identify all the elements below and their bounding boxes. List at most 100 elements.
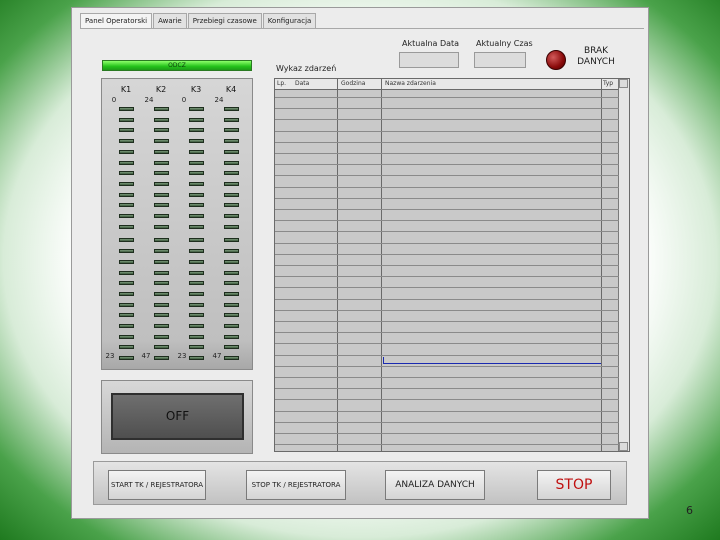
table-row xyxy=(275,197,619,199)
tab-time-plots[interactable]: Przebiegi czasowe xyxy=(187,13,262,28)
table-row xyxy=(275,231,619,233)
table-row xyxy=(275,265,619,266)
off-button[interactable]: OFF xyxy=(111,393,244,440)
led-indicator xyxy=(189,214,204,218)
column-header-event-name: Nazwa zdarzenia xyxy=(385,80,436,87)
event-list-label: Wykaz zdarzeń xyxy=(276,64,337,73)
table-row xyxy=(275,153,619,154)
led-indicator xyxy=(224,128,239,133)
tab-alarms[interactable]: Awarie xyxy=(153,13,187,28)
led-indicator xyxy=(189,313,204,318)
table-scrollbar[interactable] xyxy=(618,79,629,451)
current-date-label: Aktualna Data xyxy=(402,39,460,48)
data-analysis-button[interactable]: ANALIZA DANYCH xyxy=(385,470,485,500)
channel-header-k2: K2 xyxy=(155,85,167,94)
led-indicator xyxy=(154,149,169,154)
led-indicator xyxy=(119,171,134,176)
table-row xyxy=(275,164,619,166)
table-row xyxy=(275,175,619,177)
table-row xyxy=(275,130,619,132)
led-indicator xyxy=(189,149,204,154)
led-indicator xyxy=(189,249,204,254)
led-indicator xyxy=(154,203,169,208)
table-row xyxy=(275,399,619,401)
led-indicator xyxy=(154,270,169,275)
current-time-readout xyxy=(474,52,526,68)
start-recorder-button[interactable]: START TK / REJESTRATORA xyxy=(108,470,206,500)
led-indicator xyxy=(224,281,239,286)
led-indicator xyxy=(119,302,134,307)
led-indicator xyxy=(154,281,169,286)
led-indicator xyxy=(224,192,239,197)
table-row xyxy=(275,377,619,378)
channel-header-k3: K3 xyxy=(190,85,202,94)
led-indicator xyxy=(119,214,134,218)
led-indicator xyxy=(224,345,239,350)
led-indicator xyxy=(119,313,134,318)
led-indicator xyxy=(154,238,169,243)
column-header-lp: Lp. xyxy=(277,80,287,87)
led-indicator xyxy=(189,181,204,186)
led-indicator xyxy=(119,334,134,339)
led-indicator xyxy=(154,345,169,350)
table-row xyxy=(275,141,619,143)
led-indicator xyxy=(189,345,204,350)
led-indicator xyxy=(189,171,204,176)
led-indicator xyxy=(189,270,204,275)
stop-button[interactable]: STOP xyxy=(537,470,611,500)
led-indicator xyxy=(119,160,134,165)
led-indicator xyxy=(119,149,134,154)
led-indicator xyxy=(119,117,134,122)
led-indicator xyxy=(119,181,134,186)
led-indicator xyxy=(189,334,204,339)
led-indicator xyxy=(119,259,134,264)
table-row xyxy=(275,309,619,311)
scroll-up-icon[interactable] xyxy=(619,79,628,88)
table-row xyxy=(275,410,619,412)
led-indicator xyxy=(189,324,204,328)
led-indicator xyxy=(119,249,134,254)
table-row xyxy=(275,287,619,289)
table-row xyxy=(275,365,619,367)
table-row xyxy=(275,97,619,98)
table-header: Lp. Data Godzina Nazwa zdarzenia Typ xyxy=(275,79,629,90)
led-indicator xyxy=(154,302,169,307)
led-indicator xyxy=(189,203,204,208)
led-indicator xyxy=(119,224,134,229)
led-indicator xyxy=(224,181,239,186)
channel-top-number-k2: 24 xyxy=(144,96,154,104)
table-row xyxy=(275,298,619,300)
led-indicator xyxy=(119,281,134,286)
led-indicator xyxy=(224,107,239,111)
tab-configuration[interactable]: Konfiguracja xyxy=(262,13,317,28)
table-row xyxy=(275,209,619,210)
led-indicator xyxy=(154,324,169,328)
led-indicator xyxy=(154,214,169,218)
table-row xyxy=(275,421,619,423)
led-indicator xyxy=(189,128,204,133)
led-indicator xyxy=(224,238,239,243)
led-indicator xyxy=(224,259,239,264)
selection-cursor xyxy=(383,363,601,364)
led-indicator xyxy=(224,249,239,254)
table-row xyxy=(275,332,619,334)
channel-led-panel: K1 K2 K3 K4 0 24 0 24 23 47 23 47 xyxy=(101,78,253,370)
table-row xyxy=(275,276,619,278)
tab-divider xyxy=(80,28,644,29)
led-indicator xyxy=(119,238,134,243)
event-table[interactable]: Lp. Data Godzina Nazwa zdarzenia Typ xyxy=(274,78,630,452)
led-indicator xyxy=(224,356,239,361)
led-indicator xyxy=(189,160,204,165)
led-indicator xyxy=(119,345,134,350)
stop-recorder-button[interactable]: STOP TK / REJESTRATORA xyxy=(246,470,346,500)
bottom-toolbar: START TK / REJESTRATORA STOP TK / REJEST… xyxy=(93,461,627,505)
led-indicator xyxy=(119,128,134,133)
table-row xyxy=(275,186,619,188)
led-indicator xyxy=(154,313,169,318)
scroll-down-icon[interactable] xyxy=(619,442,628,451)
status-lamp-icon xyxy=(546,50,566,70)
table-row xyxy=(275,388,619,390)
led-indicator xyxy=(154,171,169,176)
tab-operator-panel[interactable]: Panel Operatorski xyxy=(80,13,153,29)
led-indicator xyxy=(154,259,169,264)
